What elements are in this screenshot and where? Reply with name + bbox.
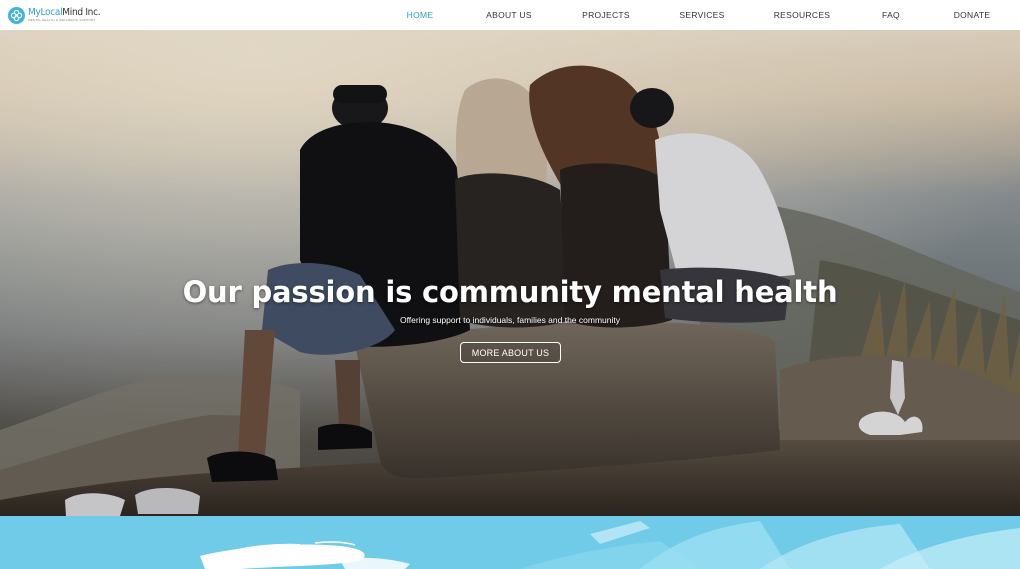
nav-item-donate[interactable]: DONATE [954,10,991,20]
hero-section: Our passion is community mental health O… [0,30,1020,516]
nav-item-home[interactable]: HOME [407,10,434,20]
site-header: MyLocalMind Inc. MENTAL HEALTH & WELLBEI… [0,0,1020,30]
main-nav: HOME ABOUT US PROJECTS SERVICES RESOURCE… [0,0,1020,30]
hero-subtitle: Offering support to individuals, familie… [399,315,620,325]
nav-item-faq[interactable]: FAQ [882,10,900,20]
hero-background-photo [0,30,1020,516]
nav-item-services[interactable]: SERVICES [679,10,724,20]
nav-item-resources[interactable]: RESOURCES [774,10,831,20]
nav-item-about-us[interactable]: ABOUT US [486,10,532,20]
more-about-us-button[interactable]: MORE ABOUT US [460,342,561,363]
nav-item-projects[interactable]: PROJECTS [582,10,630,20]
brush-stroke-decoration [200,521,1020,569]
hero-title: Our passion is community mental health [182,275,838,309]
section-divider-band [0,516,1020,569]
